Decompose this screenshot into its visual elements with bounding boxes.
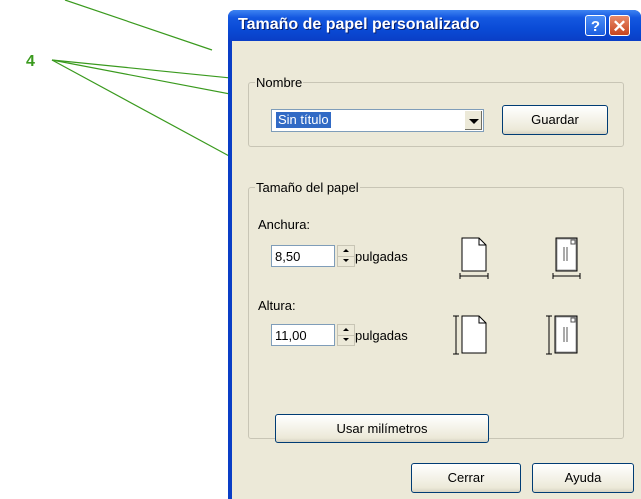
name-group-legend: Nombre: [255, 75, 304, 90]
close-button[interactable]: Cerrar: [411, 463, 521, 493]
paper-name-combo[interactable]: Sin título: [271, 109, 484, 132]
paper-size-group-legend: Tamaño del papel: [255, 180, 360, 195]
height-value: 11,00: [275, 328, 307, 343]
width-input[interactable]: 8,50: [271, 245, 335, 267]
width-portrait-page-icon: [459, 237, 489, 279]
help-button[interactable]: Ayuda: [532, 463, 634, 493]
name-group: Nombre Sin título Guardar: [248, 75, 624, 147]
paper-name-value: Sin título: [276, 112, 331, 128]
height-portrait-page-icon: [453, 315, 487, 355]
width-envelope-icon: [552, 237, 581, 279]
width-label: Anchura:: [258, 217, 311, 232]
paper-size-group: Tamaño del papel Anchura: 8,50 pulgadas: [248, 180, 624, 443]
height-envelope-icon: [546, 315, 578, 355]
help-title-button[interactable]: ?: [585, 15, 606, 36]
chevron-down-icon[interactable]: [464, 111, 482, 130]
width-spin-down-icon[interactable]: [338, 256, 354, 266]
close-title-button[interactable]: ✕: [609, 15, 630, 36]
dialog-client-area: Nombre Sin título Guardar Tamaño del pap…: [232, 41, 641, 499]
width-unit: pulgadas: [355, 249, 408, 264]
callout-line-size: [51, 59, 256, 171]
height-input[interactable]: 11,00: [271, 324, 335, 346]
width-value: 8,50: [275, 249, 301, 264]
use-millimeters-button[interactable]: Usar milímetros: [275, 414, 489, 443]
height-unit: pulgadas: [355, 328, 408, 343]
height-spinner[interactable]: [337, 324, 355, 346]
custom-paper-size-dialog: Tamaño de papel personalizado ? ✕ Nombre…: [228, 10, 641, 499]
title-bar[interactable]: Tamaño de papel personalizado ? ✕: [228, 10, 641, 41]
callout-number: 4: [26, 53, 35, 70]
save-button[interactable]: Guardar: [502, 105, 608, 135]
callout-line-top: [64, 0, 213, 51]
width-spinner[interactable]: [337, 245, 355, 267]
height-label: Altura:: [258, 298, 296, 313]
height-spin-down-icon[interactable]: [338, 335, 354, 345]
dialog-title: Tamaño de papel personalizado: [238, 16, 480, 33]
